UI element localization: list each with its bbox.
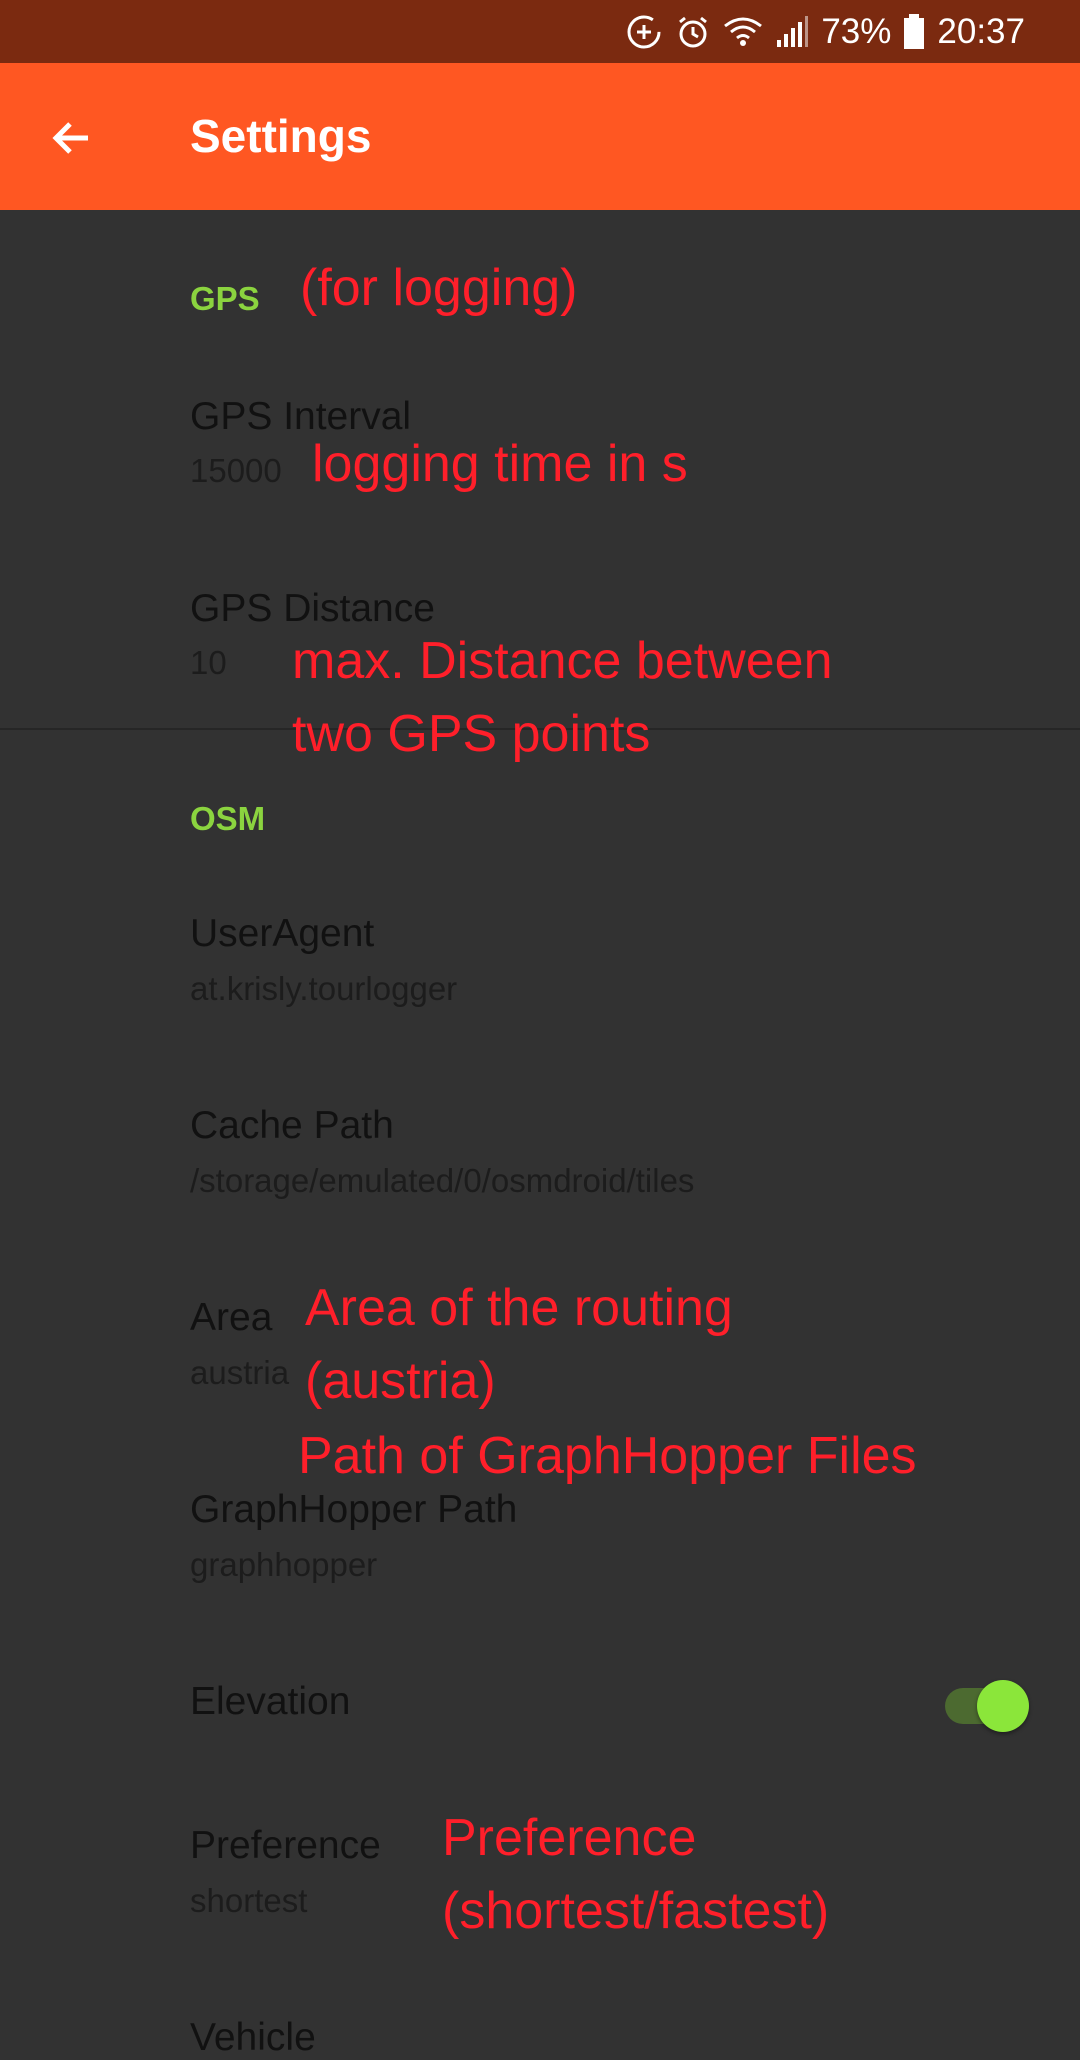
pref-title: Preference [190,1824,381,1867]
annotation-preference-line1: Preference [442,1809,697,1867]
pref-title: GraphHopper Path [190,1488,518,1531]
pref-title: UserAgent [190,912,375,955]
category-gps-title: GPS [190,280,260,317]
status-bar: 73% 20:37 [0,0,1080,63]
category-osm-title: OSM [190,800,266,837]
annotation-gps-distance-line2: two GPS points [292,705,651,763]
pref-title: Elevation [190,1680,351,1723]
page-title: Settings [190,110,372,162]
signal-icon [775,15,809,48]
annotation-gps-interval: logging time in s [312,435,688,493]
annotation-gps-distance-line1: max. Distance between [292,632,833,690]
annotation-gps-category: (for logging) [300,259,578,317]
pref-title: Area [190,1296,273,1339]
arrow-back-icon [52,122,88,154]
pref-summary: /storage/emulated/0/osmdroid/tiles [190,1162,695,1199]
annotation-graphhopper: Path of GraphHopper Files [298,1427,917,1485]
pref-summary: at.krisly.tourlogger [190,970,458,1007]
toggle-thumb [977,1680,1029,1732]
back-button[interactable] [30,96,114,180]
pref-summary: 10 [190,644,227,681]
pref-summary: graphhopper [190,1546,378,1583]
status-icons: 73% 20:37 [625,0,1025,63]
app-bar: Settings [0,63,1080,210]
pref-summary: austria [190,1354,290,1391]
pref-title: Vehicle [190,2016,316,2059]
annotation-area-line2: (austria) [305,1352,496,1410]
elevation-toggle[interactable] [945,1680,1030,1732]
battery-percent: 73% [821,11,892,51]
settings-list: GPS GPS Interval 15000 GPS Distance 10 O… [0,210,1080,2059]
data-saver-icon [625,13,663,51]
battery-icon [903,13,925,50]
pref-summary: 15000 [190,452,282,489]
annotation-preference-line2: (shortest/fastest) [442,1882,830,1940]
wifi-icon [723,16,763,48]
pref-title: Cache Path [190,1104,394,1147]
alarm-icon [675,14,711,50]
annotation-area-line1: Area of the routing [305,1279,733,1337]
pref-summary: shortest [190,1882,308,1919]
status-time: 20:37 [937,11,1025,51]
